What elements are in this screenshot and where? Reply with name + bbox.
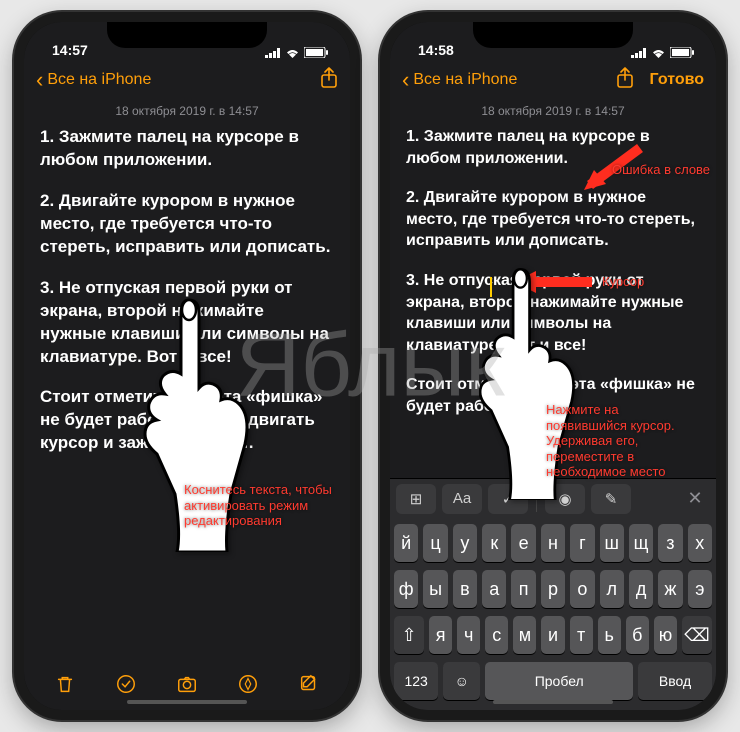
key-й[interactable]: й [394, 524, 418, 562]
phone-left: 14:57 ‹ Все на iPhone 18 октября 2019 г.… [14, 12, 360, 720]
battery-icon [304, 47, 328, 58]
key-с[interactable]: с [485, 616, 508, 654]
note-paragraph: 1. Зажмите палец на курсоре в любом прил… [40, 126, 334, 172]
annotation-left: Коснитесь текста, чтобы активировать реж… [184, 482, 334, 529]
home-indicator[interactable] [127, 700, 247, 704]
home-indicator[interactable] [493, 700, 613, 704]
key-123[interactable]: 123 [394, 662, 438, 700]
annotation-right: Нажмите на появившийся курсор. Удерживая… [546, 402, 686, 480]
note-date: 18 октября 2019 г. в 14:57 [24, 100, 350, 126]
key-т[interactable]: т [570, 616, 593, 654]
keyboard-row: фывапролджэ [394, 570, 712, 608]
key-return[interactable]: Ввод [638, 662, 712, 700]
key-ф[interactable]: ф [394, 570, 418, 608]
wifi-icon [651, 47, 666, 58]
note-body[interactable]: 1. Зажмите палец на курсоре в любом прил… [24, 126, 350, 658]
key-д[interactable]: д [629, 570, 653, 608]
key-ы[interactable]: ы [423, 570, 447, 608]
key-emoji[interactable]: ☺ [443, 662, 480, 700]
text-cursor [490, 277, 492, 297]
key-backspace[interactable]: ⌫ [682, 616, 712, 654]
close-keyboard-icon[interactable]: ✕ [680, 488, 710, 509]
back-button[interactable]: Все на iPhone [413, 71, 517, 89]
key-э[interactable]: э [688, 570, 712, 608]
key-к[interactable]: к [482, 524, 506, 562]
keyboard-row: ⇧ячсмитьбю⌫ [394, 616, 712, 654]
table-icon[interactable]: ⊞ [396, 484, 436, 514]
share-button[interactable] [320, 67, 338, 94]
compose-icon[interactable] [296, 671, 322, 697]
key-ь[interactable]: ь [598, 616, 621, 654]
key-л[interactable]: л [600, 570, 624, 608]
key-н[interactable]: н [541, 524, 565, 562]
wifi-icon [285, 47, 300, 58]
key-я[interactable]: я [429, 616, 452, 654]
keyboard-row: йцукенгшщзх [394, 524, 712, 562]
trash-icon[interactable] [52, 671, 78, 697]
back-button[interactable]: Все на iPhone [47, 71, 151, 89]
key-в[interactable]: в [453, 570, 477, 608]
status-time: 14:57 [52, 42, 88, 58]
markup-icon[interactable]: ✎ [591, 484, 631, 514]
key-а[interactable]: а [482, 570, 506, 608]
camera-icon[interactable]: ◉ [545, 484, 585, 514]
key-щ[interactable]: щ [629, 524, 653, 562]
text-format-button[interactable]: Aa [442, 484, 482, 514]
pen-tip-icon[interactable] [235, 671, 261, 697]
key-shift[interactable]: ⇧ [394, 616, 424, 654]
done-button[interactable]: Готово [650, 71, 704, 89]
key-ц[interactable]: ц [423, 524, 447, 562]
key-ю[interactable]: ю [654, 616, 677, 654]
checklist-icon[interactable]: ✓ [488, 484, 528, 514]
nav-bar: ‹ Все на iPhone [24, 60, 350, 100]
key-х[interactable]: х [688, 524, 712, 562]
camera-icon[interactable] [174, 671, 200, 697]
key-б[interactable]: б [626, 616, 649, 654]
note-paragraph: Стоит отметить, что эта «фишка» не будет… [40, 386, 334, 455]
keyboard-accessory-bar: ⊞ Aa ✓ ◉ ✎ ✕ [390, 478, 716, 518]
arrow-cursor-icon [508, 265, 598, 299]
annotation-error: Ошибка в слове [612, 162, 710, 178]
check-circle-icon[interactable] [113, 671, 139, 697]
key-м[interactable]: м [513, 616, 536, 654]
key-е[interactable]: е [511, 524, 535, 562]
note-paragraph: 3. Не отпуская первой руки от экрана, вт… [40, 277, 334, 369]
key-и[interactable]: и [541, 616, 564, 654]
battery-icon [670, 47, 694, 58]
status-time: 14:58 [418, 42, 454, 58]
key-ж[interactable]: ж [658, 570, 682, 608]
cellular-signal-icon [265, 48, 281, 58]
note-paragraph: 2. Двигайте курором в нужное место, где … [406, 187, 700, 252]
note-paragraph: 2. Двигайте курором в нужное место, где … [40, 190, 334, 259]
cellular-signal-icon [631, 48, 647, 58]
annotation-cursor: Курсор [602, 274, 644, 290]
share-button[interactable] [616, 67, 634, 94]
key-space[interactable]: Пробел [485, 662, 633, 700]
key-ч[interactable]: ч [457, 616, 480, 654]
keyboard: йцукенгшщзх фывапролджэ ⇧ячсмитьбю⌫ 123 … [390, 518, 716, 710]
notch [107, 22, 267, 48]
back-chevron-icon[interactable]: ‹ [36, 69, 43, 91]
note-date: 18 октября 2019 г. в 14:57 [390, 100, 716, 126]
key-у[interactable]: у [453, 524, 477, 562]
key-з[interactable]: з [658, 524, 682, 562]
key-о[interactable]: о [570, 570, 594, 608]
back-chevron-icon[interactable]: ‹ [402, 69, 409, 91]
keyboard-row: 123 ☺ Пробел Ввод [394, 662, 712, 700]
key-р[interactable]: р [541, 570, 565, 608]
separator [536, 486, 537, 512]
nav-bar: ‹ Все на iPhone Готово [390, 60, 716, 100]
key-п[interactable]: п [511, 570, 535, 608]
notch [473, 22, 633, 48]
key-ш[interactable]: ш [600, 524, 624, 562]
phone-right: 14:58 ‹ Все на iPhone Готово 18 октября … [380, 12, 726, 720]
key-г[interactable]: г [570, 524, 594, 562]
